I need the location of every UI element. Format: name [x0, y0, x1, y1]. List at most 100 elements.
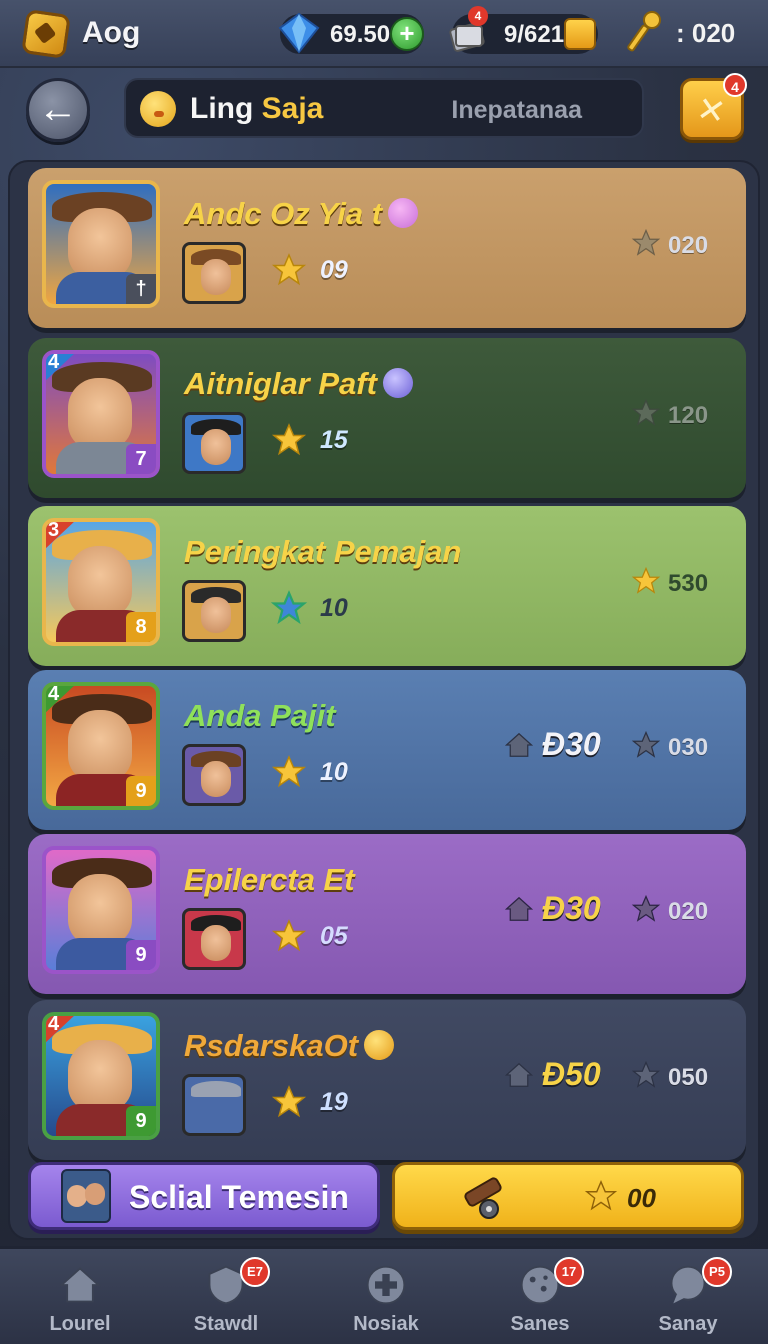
- star-outline-icon: [631, 730, 661, 758]
- face-shape: [68, 874, 132, 946]
- star-blue-icon: [270, 590, 308, 625]
- page-title: Ling Saja: [190, 92, 323, 126]
- cards-counter[interactable]: 4 9/621: [449, 6, 598, 54]
- keys-value: : 020: [676, 18, 736, 48]
- gem-icon: [278, 12, 320, 54]
- star-outline-icon: [631, 398, 661, 426]
- face-shape: [201, 259, 231, 295]
- face-shape: [201, 925, 231, 961]
- face-shape: [201, 597, 231, 633]
- face-shape: [201, 761, 231, 797]
- face-shape: [68, 710, 132, 782]
- face-shape: [68, 378, 132, 450]
- house-icon: [504, 732, 534, 757]
- bottom-nav: Lourel E7 Stawdl Nosiak 17 Sanes P5 Sana…: [0, 1246, 768, 1344]
- row-name-text: Aitniglar Paft: [184, 366, 377, 401]
- star-outline-icon: [631, 1060, 661, 1088]
- app-logo-icon[interactable]: [21, 9, 71, 59]
- gem-icon: [382, 368, 413, 398]
- leaderboard-panel: † Andc Oz Yia t 09 020 4 7 Aitniglar Paf…: [8, 160, 760, 1240]
- level-badge: 8: [126, 612, 156, 642]
- nav-badge: 17: [554, 1257, 584, 1287]
- level-badge: 9: [126, 776, 156, 806]
- star-icon: [631, 566, 661, 594]
- star-icon: [271, 253, 307, 286]
- leaderboard-row[interactable]: † Andc Oz Yia t 09 020: [28, 168, 746, 328]
- row-right-value: 050: [668, 1064, 709, 1091]
- plus-circle-icon: [366, 1265, 406, 1305]
- star-icon: [271, 1085, 307, 1118]
- level-badge: 9: [126, 1106, 156, 1136]
- small-avatar: [182, 908, 246, 970]
- nav-label: Sanay: [658, 1313, 718, 1335]
- leaderboard-row[interactable]: 3 8 Peringkat Pemajan 10 530: [28, 506, 746, 666]
- row-coin-value: Ɖ30: [542, 726, 601, 762]
- star-icon: [271, 919, 307, 952]
- top-bar: Aog 69.50 + 4 9/621 : 020: [0, 0, 768, 68]
- leaderboard-row[interactable]: 4 7 Aitniglar Paft 15 120: [28, 338, 746, 498]
- chick-icon: [140, 91, 176, 127]
- row-right-value: 020: [668, 232, 709, 259]
- hero-portrait: †: [42, 180, 160, 308]
- row-score: 19: [320, 1088, 348, 1116]
- row-name-text: Peringkat Pemajan: [184, 534, 462, 569]
- gems-value: 69.50: [330, 21, 391, 48]
- row-right-value: 120: [668, 402, 709, 429]
- level-badge: 9: [126, 940, 156, 970]
- arrow-left-icon: ←: [38, 87, 78, 131]
- nav-badge: P5: [702, 1257, 732, 1287]
- star-icon: [271, 423, 307, 456]
- page-subtitle: Inepatanaa: [451, 96, 582, 124]
- leaderboard-row[interactable]: 4 9 RsdarskaOt 19 Ɖ50 050: [28, 1000, 746, 1160]
- hero-portrait: 4 7: [42, 350, 160, 478]
- back-button[interactable]: ←: [26, 78, 90, 142]
- nav-badge: E7: [240, 1257, 270, 1287]
- row-name: Aitniglar Paft: [184, 366, 413, 402]
- leaderboard-row[interactable]: 9 Epilercta Et 05 Ɖ30 020: [28, 834, 746, 994]
- row-name: RsdarskaOt: [184, 1028, 395, 1064]
- leaderboard-row[interactable]: 4 9 Anda Pajit 10 Ɖ30 030: [28, 670, 746, 830]
- star-outline-icon: [631, 228, 661, 256]
- row-score: 15: [320, 426, 348, 454]
- social-button[interactable]: Sclial Temesin: [28, 1162, 380, 1230]
- reward-button[interactable]: 00: [392, 1162, 744, 1230]
- nav-item-chat[interactable]: P5 Sanay: [618, 1249, 758, 1344]
- nav-item-plus[interactable]: Nosiak: [316, 1249, 456, 1344]
- cards-badge: 4: [468, 6, 488, 26]
- chest-icon[interactable]: [564, 18, 596, 50]
- page-title-word1: Ling: [190, 92, 254, 125]
- star-icon: [271, 755, 307, 788]
- tool-shape: [191, 1081, 241, 1097]
- nav-item-home[interactable]: Lourel: [10, 1249, 150, 1344]
- gem-icon: [388, 198, 419, 228]
- hero-portrait: 4 9: [42, 1012, 160, 1140]
- small-avatar: [182, 412, 246, 474]
- nav-item-shield[interactable]: E7 Stawdl: [156, 1249, 296, 1344]
- house-icon: [504, 1062, 534, 1087]
- add-gems-plus-icon[interactable]: +: [390, 17, 424, 51]
- small-avatar: [182, 580, 246, 642]
- row-name-text: RsdarskaOt: [184, 1028, 359, 1063]
- row-right-value: 530: [668, 570, 709, 597]
- log-wheel-icon: [464, 1177, 502, 1219]
- gems-counter[interactable]: 69.50 +: [278, 12, 424, 54]
- close-button[interactable]: ✕ 4: [680, 73, 747, 140]
- row-score: 10: [320, 594, 348, 622]
- nav-item-cookie[interactable]: 17 Sanes: [470, 1249, 610, 1344]
- key-icon: [627, 11, 661, 52]
- row-name: Andc Oz Yia t: [184, 196, 419, 232]
- row-name-text: Anda Pajit: [184, 698, 336, 733]
- small-avatar: [182, 1074, 246, 1136]
- row-name-text: Epilercta Et: [184, 862, 355, 897]
- crossed-swords-icon: ✕: [693, 89, 729, 133]
- hero-portrait: 3 8: [42, 518, 160, 646]
- row-score: 09: [320, 256, 348, 284]
- nav-label: Sanes: [510, 1313, 570, 1335]
- social-avatar-icon: [61, 1169, 111, 1223]
- row-name: Epilercta Et: [184, 862, 355, 898]
- row-score: 05: [320, 922, 348, 950]
- coin-gem-icon: [364, 1030, 395, 1060]
- home-icon: [59, 1267, 101, 1303]
- row-name-text: Andc Oz Yia t: [184, 196, 383, 231]
- hero-portrait: 4 9: [42, 682, 160, 810]
